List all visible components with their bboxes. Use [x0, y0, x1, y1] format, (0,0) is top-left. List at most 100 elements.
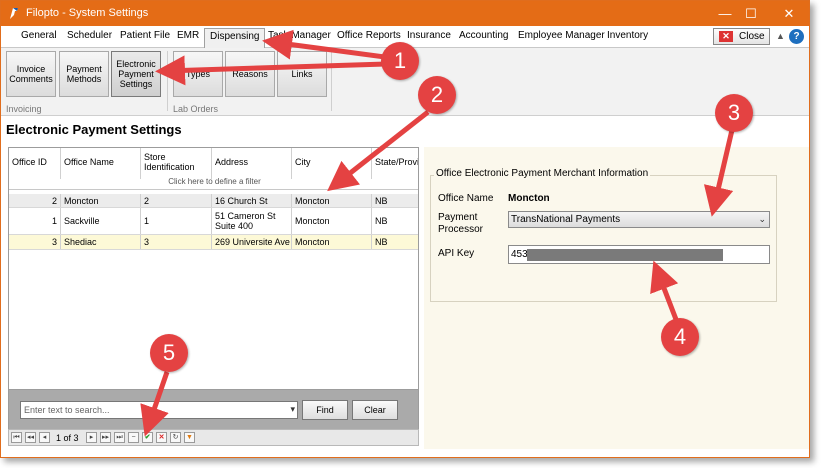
- table-row[interactable]: 3 Shediac 3 269 Universite Ave Moncton N…: [9, 235, 418, 250]
- cell-state: NB: [375, 196, 388, 206]
- close-button[interactable]: ✕ Close: [713, 28, 770, 45]
- ribbon-divider: [167, 51, 168, 111]
- tab-insurance[interactable]: Insurance: [407, 30, 451, 41]
- cell-address: 16 Church St: [212, 194, 292, 207]
- lab-reasons-label: Reasons: [232, 69, 268, 79]
- invoice-comments-button[interactable]: Invoice Comments: [6, 51, 56, 97]
- payment-methods-label: Payment Methods: [66, 64, 102, 84]
- office-name-label: Office Name: [438, 193, 494, 204]
- record-navigator: ⏮ ◂◂ ◂ 1 of 3 ▸ ▸▸ ⏭ − ✔ ✕ ↻ ▼: [8, 429, 419, 446]
- annotation-badge: 3: [715, 94, 753, 132]
- column-header-city[interactable]: City: [292, 148, 372, 179]
- lab-orders-group-label: Lab Orders: [173, 104, 219, 114]
- record-position: 1 of 3: [56, 433, 79, 443]
- cell-office-name: Moncton: [61, 194, 141, 207]
- refresh-icon[interactable]: ↻: [170, 432, 181, 443]
- column-header-office-name[interactable]: Office Name: [61, 148, 141, 179]
- app-logo-icon: [10, 8, 18, 19]
- merchant-info-panel: Office Electronic Payment Merchant Infor…: [424, 147, 809, 449]
- cancel-x-icon[interactable]: ✕: [156, 432, 167, 443]
- annotation-badge: 1: [381, 42, 419, 80]
- payment-methods-button[interactable]: Payment Methods: [59, 51, 109, 97]
- tab-task-manager[interactable]: Task Manager: [268, 30, 331, 41]
- table-row[interactable]: 1 Sackville 1 51 Cameron St Suite 400 Mo…: [9, 208, 418, 235]
- annotation-badge: 5: [150, 334, 188, 372]
- cell-state: NB: [375, 237, 388, 247]
- electronic-payment-settings-label: Electronic Payment Settings: [116, 59, 156, 89]
- cell-city: Moncton: [292, 194, 372, 207]
- cell-office-id: 2: [9, 194, 61, 207]
- first-page-icon[interactable]: ⏮: [11, 432, 22, 443]
- invoice-comments-label: Invoice Comments: [9, 64, 53, 84]
- column-header-office-id[interactable]: Office ID: [9, 148, 61, 179]
- help-icon[interactable]: ?: [789, 29, 804, 44]
- tab-employee-manager[interactable]: Employee Manager: [518, 30, 605, 41]
- cell-office-id: 1: [9, 208, 61, 234]
- window-title: Filopto - System Settings: [26, 7, 149, 19]
- filter-row[interactable]: Click here to define a filter: [9, 177, 418, 190]
- payment-processor-value: TransNational Payments: [511, 214, 621, 225]
- window-close-button[interactable]: ✕: [766, 1, 809, 26]
- column-header-state[interactable]: State/Provi: [372, 148, 418, 179]
- tab-patient-file[interactable]: Patient File: [120, 30, 170, 41]
- remove-record-icon[interactable]: −: [128, 432, 139, 443]
- column-header-address[interactable]: Address: [212, 148, 292, 179]
- cell-state: NB: [375, 216, 388, 226]
- tab-dispensing[interactable]: Dispensing: [204, 28, 266, 49]
- api-key-label: API Key: [438, 248, 475, 259]
- cell-office-name: Sackville: [61, 208, 141, 234]
- search-placeholder: Enter text to search...: [24, 405, 110, 415]
- office-name-value: Moncton: [508, 193, 550, 204]
- annotation-badge: 2: [418, 76, 456, 114]
- search-area: Enter text to search... ▾ Find Clear: [8, 390, 419, 429]
- api-key-input[interactable]: 453: [508, 245, 770, 264]
- ribbon-divider: [331, 51, 332, 111]
- tab-inventory[interactable]: Inventory: [607, 30, 648, 41]
- close-button-label: Close: [739, 31, 765, 42]
- last-page-icon[interactable]: ⏭: [114, 432, 125, 443]
- chevron-down-icon[interactable]: ▾: [290, 404, 295, 415]
- lab-reasons-button[interactable]: Reasons: [225, 51, 275, 97]
- redaction-bar: [527, 249, 723, 261]
- cell-city: Moncton: [292, 235, 372, 249]
- cell-address: 51 Cameron St Suite 400: [212, 208, 292, 234]
- cell-store-id: 1: [141, 208, 212, 234]
- find-button[interactable]: Find: [302, 400, 348, 420]
- table-row[interactable]: 2 Moncton 2 16 Church St Moncton NB: [9, 194, 418, 208]
- lab-links-label: Links: [291, 69, 313, 79]
- column-header-store-id[interactable]: Store Identification: [141, 148, 212, 179]
- prev-record-icon[interactable]: ◂: [39, 432, 50, 443]
- payment-processor-label: Payment Processor: [438, 212, 484, 235]
- chevron-down-icon[interactable]: ⌄: [758, 214, 766, 225]
- close-icon: ✕: [719, 31, 733, 42]
- title-bar[interactable]: Filopto - System Settings — ☐ ✕: [1, 1, 809, 26]
- filter-icon[interactable]: ▼: [184, 432, 195, 443]
- electronic-payment-settings-button[interactable]: Electronic Payment Settings: [111, 51, 161, 97]
- annotation-badge: 4: [661, 318, 699, 356]
- cell-office-name: Shediac: [61, 235, 141, 249]
- prev-page-icon[interactable]: ◂◂: [25, 432, 36, 443]
- tab-accounting[interactable]: Accounting: [459, 30, 508, 41]
- merchant-legend: Office Electronic Payment Merchant Infor…: [434, 168, 651, 179]
- next-page-icon[interactable]: ▸▸: [100, 432, 111, 443]
- tab-office-reports[interactable]: Office Reports: [337, 30, 401, 41]
- save-check-icon[interactable]: ✔: [142, 432, 153, 443]
- clear-button[interactable]: Clear: [352, 400, 398, 420]
- search-input[interactable]: Enter text to search... ▾: [20, 401, 298, 419]
- api-key-value: 453: [511, 249, 528, 260]
- cell-city: Moncton: [292, 208, 372, 234]
- lab-types-button[interactable]: Types: [173, 51, 223, 97]
- office-grid[interactable]: Office ID Office Name Store Identificati…: [8, 147, 419, 390]
- tab-general[interactable]: General: [21, 30, 57, 41]
- cell-store-id: 3: [141, 235, 212, 249]
- invoicing-group-label: Invoicing: [6, 104, 42, 114]
- lab-types-label: Types: [185, 69, 210, 79]
- collapse-ribbon-icon[interactable]: ▲: [776, 31, 785, 41]
- tab-scheduler[interactable]: Scheduler: [67, 30, 112, 41]
- payment-processor-select[interactable]: TransNational Payments ⌄: [508, 211, 770, 228]
- cell-store-id: 2: [141, 194, 212, 207]
- next-record-icon[interactable]: ▸: [86, 432, 97, 443]
- tab-emr[interactable]: EMR: [177, 30, 199, 41]
- lab-links-button[interactable]: Links: [277, 51, 327, 97]
- cell-address: 269 Universite Ave: [212, 235, 292, 249]
